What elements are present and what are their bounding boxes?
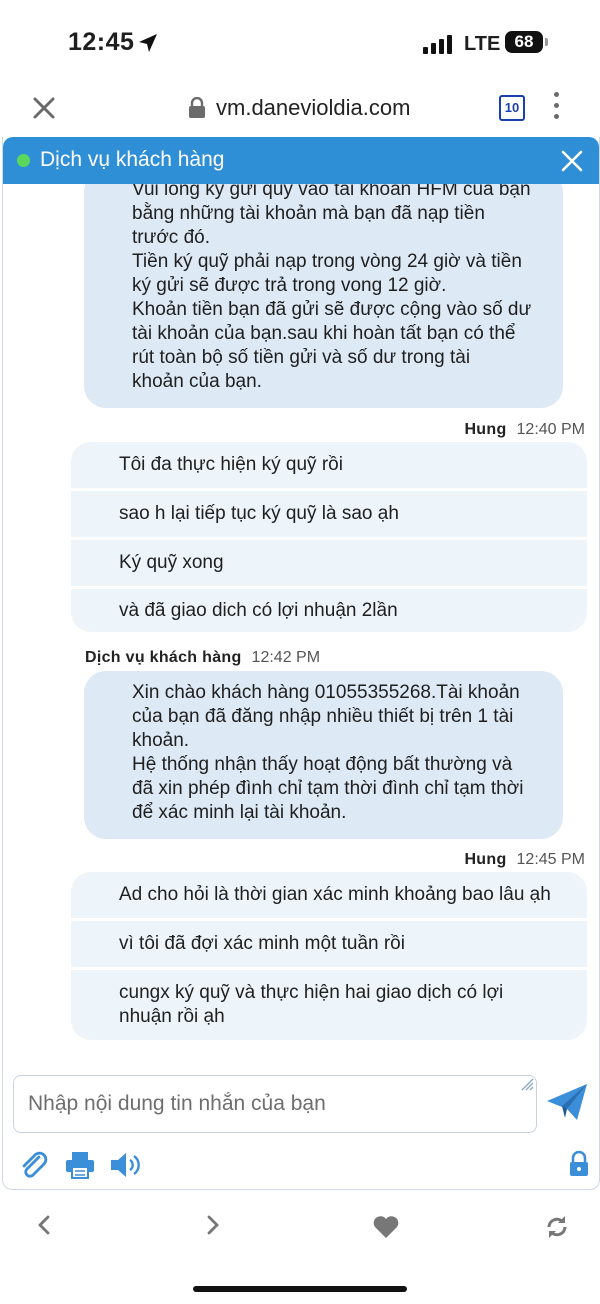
heart-icon[interactable]	[372, 1215, 400, 1239]
browser-bar: vm.danevioldia.com 10	[0, 88, 600, 138]
browser-bottom-nav	[0, 1195, 600, 1265]
lock-icon[interactable]	[568, 1150, 590, 1178]
address-bar[interactable]: vm.danevioldia.com	[188, 94, 410, 122]
battery-icon: 68	[505, 31, 543, 53]
sender-name: Dịch vụ khách hàng	[85, 649, 242, 666]
more-menu-icon[interactable]	[552, 92, 560, 124]
sender-name: Hung	[464, 421, 507, 438]
user-message-group: Ad cho hỏi là thời gian xác minh khoảng …	[71, 872, 587, 1040]
speaker-icon[interactable]	[109, 1150, 145, 1180]
message-input-box	[13, 1075, 537, 1133]
message-time: 12:40 PM	[516, 421, 585, 438]
battery-nub	[545, 38, 548, 46]
agent-message: Vui lòng ký gửi quỹ vào tài khoản HFM củ…	[84, 184, 563, 408]
printer-icon[interactable]	[64, 1150, 96, 1180]
agent-message-text: Xin chào khách hàng 01055355268.Tài khoả…	[132, 682, 524, 823]
message-input[interactable]	[26, 1076, 520, 1132]
chat-messages[interactable]: Vui lòng ký gửi quỹ vào tài khoản HFM củ…	[3, 184, 599, 1074]
home-indicator	[193, 1286, 407, 1292]
message-meta: Dịch vụ khách hàng 12:42 PM	[85, 649, 320, 667]
signal-icon	[423, 34, 455, 54]
refresh-icon[interactable]	[543, 1213, 571, 1241]
user-message: Ký quỹ xong	[71, 540, 587, 589]
status-bar: 12:45 LTE 68	[0, 0, 600, 88]
chat-widget: Dịch vụ khách hàng Vui lòng ký gửi quỹ v…	[2, 137, 600, 1190]
forward-icon[interactable]	[203, 1213, 223, 1237]
status-time: 12:45	[68, 28, 135, 56]
back-icon[interactable]	[34, 1213, 54, 1237]
user-message: sao h lại tiếp tục ký quỹ là sao ạh	[71, 491, 587, 540]
message-time: 12:42 PM	[251, 649, 321, 666]
user-message: Ad cho hỏi là thời gian xác minh khoảng …	[71, 872, 587, 921]
user-message: vì tôi đã đợi xác minh một tuần rồi	[71, 921, 587, 970]
message-time: 12:45 PM	[516, 851, 585, 868]
online-status-icon	[17, 154, 30, 167]
user-message-group: Tôi đa thực hiện ký quỹ rồi sao h lại ti…	[71, 442, 587, 632]
paperclip-icon[interactable]	[19, 1150, 49, 1180]
agent-message-text: Vui lòng ký gửi quỹ vào tài khoản HFM củ…	[132, 184, 532, 392]
user-message: Tôi đa thực hiện ký quỹ rồi	[71, 442, 587, 491]
user-message: cungx ký quỹ và thực hiện hai giao dịch …	[119, 982, 504, 1027]
network-type: LTE	[464, 33, 501, 55]
url-text: vm.danevioldia.com	[216, 95, 411, 120]
chat-title: Dịch vụ khách hàng	[40, 148, 225, 171]
close-chat-icon[interactable]	[561, 150, 583, 172]
message-meta: Hung 12:45 PM	[464, 851, 585, 869]
sender-name: Hung	[464, 851, 507, 868]
send-plane-icon[interactable]	[545, 1082, 589, 1122]
resize-grip-icon[interactable]	[520, 1077, 534, 1091]
user-message: và đã giao dich có lợi nhuận 2lần	[119, 599, 398, 621]
chat-header: Dịch vụ khách hàng	[3, 137, 599, 184]
agent-message: Xin chào khách hàng 01055355268.Tài khoả…	[84, 671, 563, 839]
tabs-count-button[interactable]: 10	[499, 95, 525, 121]
message-meta: Hung 12:40 PM	[464, 421, 585, 439]
location-arrow-icon	[139, 34, 157, 52]
lock-icon	[189, 97, 205, 118]
close-tab-icon[interactable]	[32, 96, 56, 120]
